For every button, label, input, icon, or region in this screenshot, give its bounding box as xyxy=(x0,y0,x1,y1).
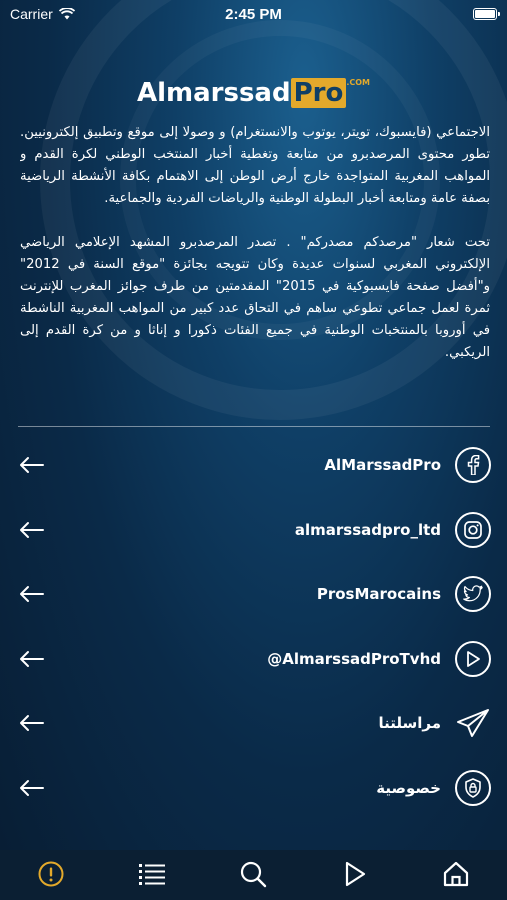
status-bar: Carrier 2:45 PM xyxy=(0,0,507,28)
link-label-twitter: ProsMarocains xyxy=(316,585,441,604)
link-label-instagram: almarssadpro_ltd xyxy=(294,520,441,539)
link-row-instagram[interactable]: almarssadpro_ltd xyxy=(0,498,507,563)
logo-text-main: Almarssad xyxy=(136,78,291,108)
info-icon xyxy=(38,861,64,887)
about-paragraph-2: تحت شعار "مرصدكم مصدركم" . تصدر المرصدبر… xyxy=(20,235,490,360)
tab-search[interactable] xyxy=(233,854,273,894)
tab-video[interactable] xyxy=(335,854,375,894)
arrow-left-icon xyxy=(20,457,44,474)
arrow-left-icon xyxy=(20,521,44,538)
play-icon xyxy=(345,861,365,887)
link-label-contact: مراسلتنا xyxy=(378,714,441,733)
about-text: الاجتماعي (فايسبوك، تويتر، يوتوب والانست… xyxy=(20,122,490,382)
facebook-icon xyxy=(455,447,491,484)
arrow-left-icon xyxy=(20,650,44,667)
app-logo: Almarssad Pro .COM xyxy=(0,78,507,108)
list-icon xyxy=(139,864,166,885)
play-icon xyxy=(455,640,491,677)
divider xyxy=(18,426,490,427)
status-time: 2:45 PM xyxy=(225,5,282,23)
logo-text-pro: Pro xyxy=(290,78,347,108)
tab-info[interactable] xyxy=(31,854,71,894)
logo-text-com: .COM xyxy=(346,78,371,87)
link-row-contact[interactable]: مراسلتنا xyxy=(0,691,507,756)
battery-icon xyxy=(473,8,500,20)
social-links-list: AlMarssadPro almarssadpro_ltd ProsMaroca… xyxy=(0,433,507,820)
link-label-youtube: @AlmarssadProTvhd xyxy=(267,649,441,668)
send-icon xyxy=(455,705,491,741)
arrow-left-icon xyxy=(20,586,44,603)
search-icon xyxy=(241,861,267,888)
link-label-privacy: خصوصية xyxy=(376,778,441,797)
tab-bar xyxy=(0,850,507,900)
home-icon xyxy=(444,861,469,887)
privacy-shield-icon xyxy=(455,769,491,806)
link-label-facebook: AlMarssadPro xyxy=(324,456,441,475)
link-row-twitter[interactable]: ProsMarocains xyxy=(0,562,507,627)
tab-home[interactable] xyxy=(436,854,476,894)
instagram-icon xyxy=(455,511,491,548)
tab-list[interactable] xyxy=(132,854,172,894)
arrow-left-icon xyxy=(20,779,44,796)
link-row-privacy[interactable]: خصوصية xyxy=(0,756,507,821)
link-row-youtube[interactable]: @AlmarssadProTvhd xyxy=(0,627,507,692)
twitter-icon xyxy=(455,576,491,613)
about-paragraph-1: الاجتماعي (فايسبوك، تويتر، يوتوب والانست… xyxy=(20,125,490,206)
link-row-facebook[interactable]: AlMarssadPro xyxy=(0,433,507,498)
arrow-left-icon xyxy=(20,715,44,732)
